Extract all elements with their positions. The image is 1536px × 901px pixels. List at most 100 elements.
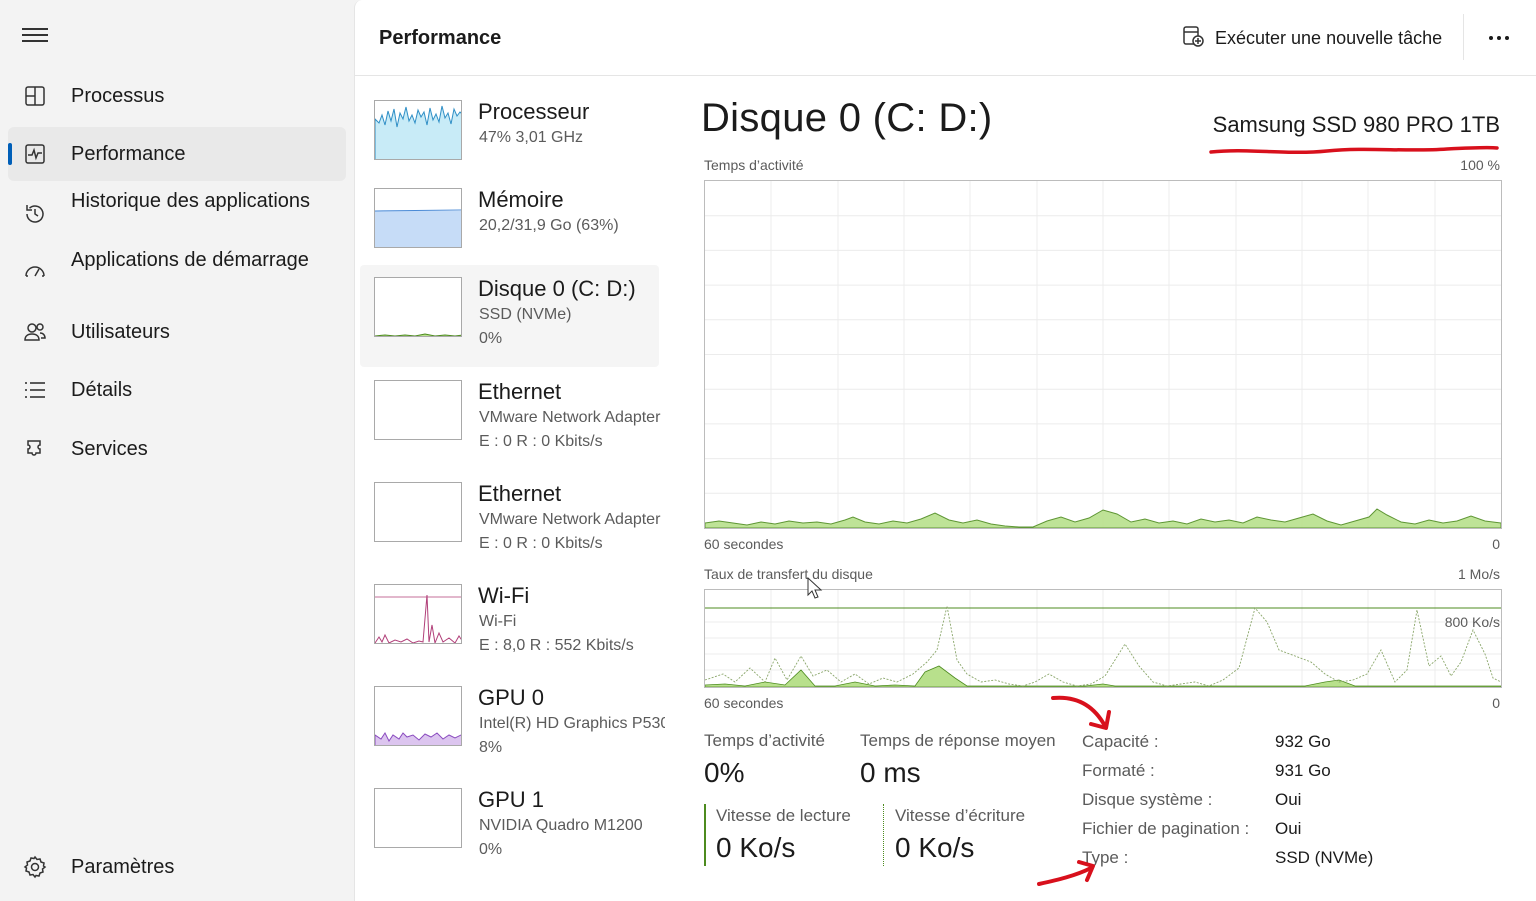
nav-item-processes[interactable]: Processus	[8, 69, 346, 123]
nav-label: Performance	[71, 142, 186, 165]
page-title: Performance	[379, 27, 502, 49]
stat-read-label: Vitesse de lecture	[716, 806, 851, 825]
resource-subtitle: VMware Network Adapter	[479, 409, 661, 426]
resource-wifi[interactable]: Wi-Fi Wi-Fi E : 8,0 R : 552 Kbits/s	[360, 572, 659, 674]
nav-item-users[interactable]: Utilisateurs	[8, 305, 346, 359]
prop-pagefile-label: Fichier de pagination :	[1082, 819, 1250, 838]
transfer-chart-reference-label: 800 Ko/s	[1444, 614, 1500, 630]
prop-pagefile-value: Oui	[1275, 819, 1302, 838]
transfer-chart-max: 1 Mo/s	[1457, 566, 1500, 582]
nav-item-performance[interactable]: Performance	[8, 127, 346, 181]
resource-gpu-0[interactable]: GPU 0 Intel(R) HD Graphics P530 8%	[360, 674, 665, 776]
red-arrow-annotation	[1051, 695, 1111, 730]
stat-read-value: 0 Ko/s	[716, 832, 796, 863]
side-navigation: Processus Performance Historique des app…	[0, 0, 354, 901]
nav-label: Utilisateurs	[71, 320, 170, 343]
processes-icon	[22, 83, 48, 109]
prop-system-disk-label: Disque système :	[1082, 790, 1213, 809]
disk-title: Disque 0 (C: D:)	[701, 96, 993, 140]
startup-icon	[22, 260, 48, 286]
nav-item-settings[interactable]: Paramètres	[8, 840, 346, 894]
run-task-label: Exécuter une nouvelle tâche	[1215, 27, 1443, 48]
toolbar-divider	[1463, 14, 1464, 60]
activity-chart-x-end: 0	[1492, 536, 1500, 552]
resource-name: Ethernet	[478, 481, 562, 506]
prop-capacity-value: 932 Go	[1275, 732, 1331, 751]
resource-gpu-1[interactable]: GPU 1 NVIDIA Quadro M1200 0%	[360, 776, 659, 878]
nav-item-startup-apps[interactable]: Applications de démarrage	[8, 245, 346, 301]
prop-type-label: Type :	[1082, 848, 1129, 867]
gpu-thumbnail-graph	[374, 788, 462, 848]
nav-item-services[interactable]: Services	[8, 422, 346, 476]
resource-throughput: E : 0 R : 0 Kbits/s	[479, 433, 603, 450]
resource-subtitle: Wi-Fi	[479, 613, 517, 630]
resource-subtitle: 20,2/31,9 Go (63%)	[479, 217, 619, 234]
services-icon	[22, 436, 48, 462]
stat-response-label: Temps de réponse moyen	[860, 731, 1056, 750]
stat-response-value: 0 ms	[860, 757, 921, 788]
nav-label: Détails	[71, 378, 133, 401]
resource-name: Disque 0 (C: D:)	[478, 276, 636, 301]
cpu-thumbnail-graph	[374, 100, 462, 160]
disk-model-name: Samsung SSD 980 PRO 1TB	[1212, 112, 1500, 137]
transfer-chart-x-start: 60 secondes	[704, 695, 784, 711]
prop-formatted-label: Formaté :	[1082, 761, 1155, 780]
transfer-chart	[704, 589, 1502, 688]
nav-label: Processus	[71, 84, 165, 107]
resource-name: GPU 1	[478, 787, 545, 812]
main-panel: Performance Exécuter une nouvelle tâche …	[354, 0, 1536, 901]
resource-memory[interactable]: Mémoire 20,2/31,9 Go (63%)	[360, 176, 659, 278]
resource-cpu[interactable]: Processeur 47% 3,01 GHz	[360, 88, 659, 190]
resource-name: Mémoire	[478, 187, 564, 212]
resource-ethernet-2[interactable]: Ethernet VMware Network Adapter E : 0 R …	[360, 470, 660, 572]
prop-formatted-value: 931 Go	[1275, 761, 1331, 780]
disk-thumbnail-graph	[374, 277, 462, 337]
activity-chart	[704, 180, 1502, 529]
activity-chart-max: 100 %	[1460, 157, 1500, 173]
prop-capacity-label: Capacité :	[1082, 732, 1159, 751]
transfer-chart-label: Taux de transfert du disque	[704, 566, 873, 582]
nav-item-details[interactable]: Détails	[8, 363, 346, 417]
resource-subtitle: Intel(R) HD Graphics P530	[479, 715, 665, 732]
stat-write-value: 0 Ko/s	[895, 832, 975, 863]
resource-throughput: E : 8,0 R : 552 Kbits/s	[479, 637, 634, 654]
memory-thumbnail-graph	[374, 188, 462, 248]
resource-subtitle: 47% 3,01 GHz	[479, 129, 584, 146]
resource-throughput: E : 0 R : 0 Kbits/s	[479, 535, 603, 552]
run-new-task-button[interactable]: Exécuter une nouvelle tâche	[1181, 22, 1442, 54]
resource-subtitle: NVIDIA Quadro M1200	[479, 817, 643, 834]
resource-name: Wi-Fi	[478, 583, 530, 608]
resource-disk-0[interactable]: Disque 0 (C: D:) SSD (NVMe) 0%	[360, 265, 659, 367]
nav-label: Historique des applications	[71, 190, 311, 212]
hamburger-menu-icon[interactable]	[22, 24, 48, 46]
stat-activity-value: 0%	[704, 757, 745, 788]
nav-label: Services	[71, 437, 148, 460]
resource-usage: 8%	[479, 739, 503, 756]
wifi-thumbnail-graph	[374, 584, 462, 644]
nav-label: Applications de démarrage	[71, 249, 309, 271]
activity-chart-x-start: 60 secondes	[704, 536, 784, 552]
resource-ethernet-1[interactable]: Ethernet VMware Network Adapter E : 0 R …	[360, 368, 660, 470]
activity-chart-label: Temps d’activité	[704, 157, 804, 173]
red-underline-annotation	[1209, 145, 1499, 155]
read-speed-indicator	[704, 804, 706, 866]
resource-name: GPU 0	[478, 685, 545, 710]
gear-icon	[22, 854, 48, 880]
resource-name: Processeur	[478, 99, 590, 124]
users-icon	[22, 319, 48, 345]
resource-subtitle: VMware Network Adapter	[479, 511, 661, 528]
nav-item-app-history[interactable]: Historique des applications	[8, 186, 346, 242]
more-options-icon[interactable]	[1483, 22, 1515, 54]
stat-write-label: Vitesse d’écriture	[895, 806, 1026, 825]
resource-name: Ethernet	[478, 379, 562, 404]
resource-usage: 0%	[479, 841, 503, 858]
top-bar: Performance Exécuter une nouvelle tâche	[355, 0, 1536, 76]
nav-label: Paramètres	[71, 855, 175, 878]
stat-activity-label: Temps d’activité	[704, 731, 825, 750]
ethernet-thumbnail-graph	[374, 380, 462, 440]
gpu-thumbnail-graph	[374, 686, 462, 746]
write-speed-indicator	[883, 804, 884, 866]
prop-type-value: SSD (NVMe)	[1275, 848, 1374, 867]
prop-system-disk-value: Oui	[1275, 790, 1302, 809]
details-list-icon	[22, 377, 48, 403]
